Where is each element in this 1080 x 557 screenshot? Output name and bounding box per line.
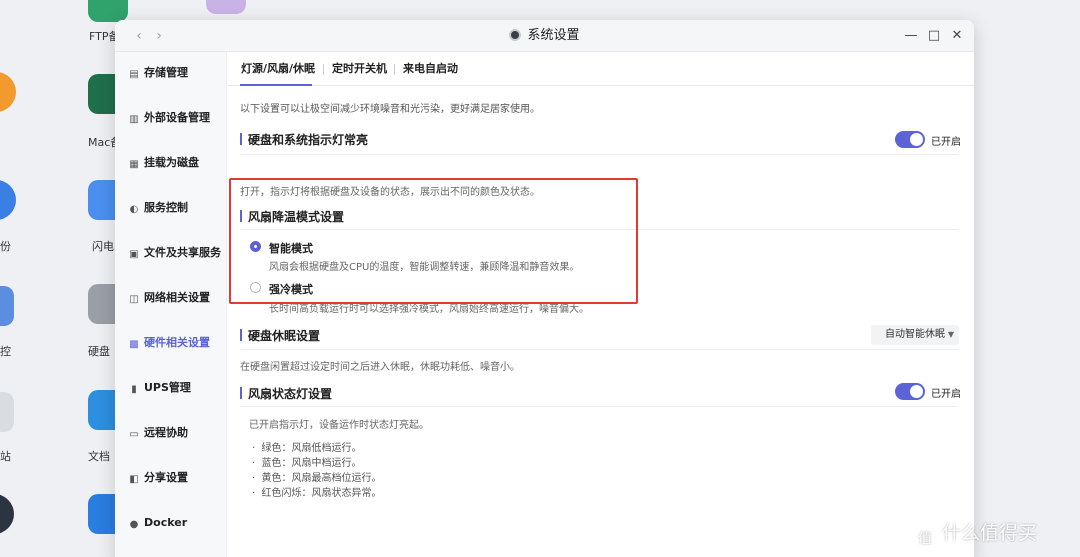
blue-app-icon[interactable] [0, 180, 16, 220]
window-title-text: 系统设置 [527, 28, 580, 43]
device-icon: ▥ [129, 114, 139, 125]
watermark-text: 什么值得买 [942, 522, 1038, 544]
sidebar-item-mount-disk[interactable]: ▦ 挂载为磁盘 [115, 148, 227, 178]
fan-led-toggle[interactable] [895, 383, 925, 400]
tab-separator [394, 64, 395, 75]
section-accent-bar [240, 133, 242, 145]
divider [240, 406, 958, 407]
close-icon[interactable]: ✕ [948, 26, 966, 46]
led-toggle[interactable] [895, 131, 925, 148]
tab-separator [323, 64, 324, 75]
sidebar-item-network[interactable]: ◫ 网络相关设置 [115, 283, 227, 313]
desktop-label: 份 [0, 240, 11, 253]
hardware-icon: ▩ [129, 339, 139, 350]
fan-led-description: 已开启指示灯，设备运作时状态灯亮起。 [249, 420, 429, 431]
disk-sleep-description: 在硬盘闲置超过设定时间之后进入休眠，休眠功耗低、噪音小。 [240, 362, 520, 373]
list-item: · 绿色：风扇低档运行。 [252, 443, 362, 454]
search-app-icon[interactable] [206, 0, 246, 14]
orange-app-icon[interactable] [0, 72, 16, 112]
divider [240, 154, 958, 155]
settings-content: 以下设置可以让极空间减少环境噪音和光污染，更好满足居家使用。 硬盘和系统指示灯常… [228, 87, 974, 557]
watermark: 值什么值得买 [912, 518, 1037, 552]
sleep-mode-select[interactable]: 自动智能休眠 ▼ [871, 325, 959, 345]
sidebar-item-service-control[interactable]: ◐ 服务控制 [115, 193, 227, 223]
desktop-label: 控 [0, 345, 11, 358]
led-section-title: 硬盘和系统指示灯常亮 [240, 131, 368, 148]
title-bar: ‹ › 系统设置 — □ ✕ [115, 20, 974, 52]
sidebar-item-ups[interactable]: ▮ UPS管理 [115, 373, 227, 403]
sidebar-item-storage[interactable]: ▤ 存储管理 [115, 58, 227, 88]
share-icon: ◧ [129, 474, 139, 485]
file-share-icon: ▣ [129, 249, 139, 260]
tab-bar: 灯源/风扇/休眠 定时开关机 来电自启动 [228, 52, 974, 86]
sidebar-item-docker[interactable]: ● Docker [115, 508, 227, 538]
fan-led-section-title: 风扇状态灯设置 [240, 385, 332, 402]
tab-light-fan-sleep[interactable]: 灯源/风扇/休眠 [241, 52, 315, 86]
grey-app-icon[interactable] [0, 392, 14, 432]
sidebar-item-file-share[interactable]: ▣ 文件及共享服务 [115, 238, 227, 268]
network-icon: ◫ [129, 294, 139, 305]
ftp-app-icon[interactable] [88, 0, 128, 22]
maximize-icon[interactable]: □ [925, 26, 943, 46]
intro-text: 以下设置可以让极空间减少环境噪音和光污染，更好满足居家使用。 [240, 104, 540, 115]
minimize-icon[interactable]: — [902, 26, 920, 46]
chevron-down-icon: ▼ [947, 330, 954, 339]
highlight-box [229, 178, 638, 304]
dark-app-icon[interactable] [0, 494, 14, 534]
desktop-label: 闪电 [92, 240, 114, 253]
fan-led-toggle-label: 已开启 [931, 389, 961, 400]
remote-icon: ▭ [129, 429, 139, 440]
list-item: · 黄色：风扇最高档位运行。 [252, 473, 382, 484]
divider [240, 349, 958, 350]
active-tab-indicator [240, 84, 312, 86]
led-toggle-label: 已开启 [931, 137, 961, 148]
control-app-icon[interactable] [0, 286, 14, 326]
tab-scheduled-power[interactable]: 定时开关机 [332, 52, 387, 86]
list-item: · 红色闪烁：风扇状态异常。 [252, 488, 382, 499]
docker-icon: ● [129, 519, 139, 530]
desktop-label: 文档 [88, 450, 110, 463]
sidebar-item-external-devices[interactable]: ▥ 外部设备管理 [115, 103, 227, 133]
section-accent-bar [240, 387, 242, 399]
ups-icon: ▮ [131, 384, 137, 395]
toggle-icon: ◐ [129, 204, 139, 215]
mount-icon: ▦ [129, 159, 139, 170]
toggle-knob [910, 133, 923, 146]
desktop-label: 硬盘 [88, 345, 110, 358]
window-title: 系统设置 [115, 20, 974, 52]
desktop-label: 站 [0, 450, 11, 463]
disk-sleep-section-title: 硬盘休眠设置 [240, 327, 320, 344]
sidebar-item-share-settings[interactable]: ◧ 分享设置 [115, 463, 227, 493]
storage-icon: ▤ [129, 69, 139, 80]
sidebar: ▤ 存储管理 ▥ 外部设备管理 ▦ 挂载为磁盘 ◐ 服务控制 ▣ 文件及共享服务 ◫ 网络相… [115, 52, 227, 557]
sidebar-item-remote-assist[interactable]: ▭ 远程协助 [115, 418, 227, 448]
tab-auto-power-on[interactable]: 来电自启动 [403, 52, 458, 86]
sidebar-item-hardware[interactable]: ▩ 硬件相关设置 [115, 328, 227, 358]
toggle-knob [910, 385, 923, 398]
settings-app-icon [509, 29, 522, 41]
list-item: · 蓝色：风扇中档运行。 [252, 458, 362, 469]
section-accent-bar [240, 329, 242, 341]
watermark-logo-icon: 值 [912, 526, 938, 552]
